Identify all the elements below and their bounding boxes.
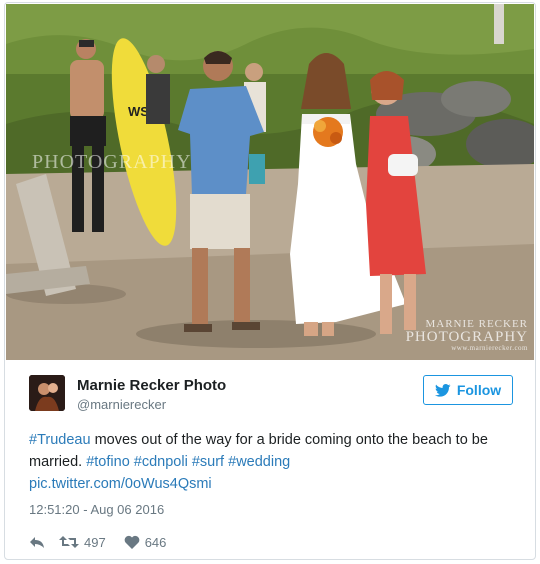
- user-handle[interactable]: @marnierecker: [77, 397, 166, 412]
- tweet-header: Marnie Recker Photo @marnierecker Follow: [29, 375, 513, 415]
- avatar[interactable]: [29, 375, 65, 411]
- tweet-actions: 497 646: [29, 533, 166, 551]
- tweet-card: WS PHOTOGRAPHY MARNIE RECKER PHOTOGRAPHY…: [4, 2, 536, 560]
- watermark-url: www.marnierecker.com: [451, 344, 528, 352]
- hashtag-surf[interactable]: #surf: [192, 454, 224, 470]
- display-name[interactable]: Marnie Recker Photo: [77, 377, 226, 394]
- like-count: 646: [144, 534, 167, 550]
- heart-icon: [124, 535, 140, 549]
- hashtag-trudeau[interactable]: #Trudeau: [29, 432, 91, 448]
- hashtag-wedding[interactable]: #wedding: [228, 454, 290, 470]
- beach-wedding-photo: WS: [6, 4, 534, 360]
- follow-label: Follow: [456, 382, 502, 398]
- reply-button[interactable]: [29, 535, 45, 549]
- twitter-bird-icon: [434, 383, 451, 397]
- like-button[interactable]: 646: [124, 534, 167, 550]
- hashtag-cdnpoli[interactable]: #cdnpoli: [134, 454, 188, 470]
- timestamp[interactable]: 12:51:20 - Aug 06 2016: [29, 502, 164, 517]
- retweet-button[interactable]: 497: [59, 535, 106, 550]
- retweet-count: 497: [84, 534, 106, 550]
- photo-watermark-left: PHOTOGRAPHY: [32, 151, 192, 173]
- follow-button[interactable]: Follow: [423, 375, 513, 405]
- avatar-image: [29, 375, 65, 411]
- hashtag-tofino[interactable]: #tofino: [86, 454, 130, 470]
- retweet-icon: [59, 536, 79, 548]
- photo-watermark-right: MARNIE RECKER PHOTOGRAPHY www.marniereck…: [406, 319, 528, 352]
- tweet-photo[interactable]: WS PHOTOGRAPHY MARNIE RECKER PHOTOGRAPHY…: [6, 4, 534, 360]
- reply-icon: [30, 537, 44, 548]
- tweet-text: #Trudeau moves out of the way for a brid…: [29, 429, 515, 495]
- watermark-photography: PHOTOGRAPHY: [405, 329, 528, 345]
- pic-link[interactable]: pic.twitter.com/0oWus4Qsmi: [29, 476, 212, 492]
